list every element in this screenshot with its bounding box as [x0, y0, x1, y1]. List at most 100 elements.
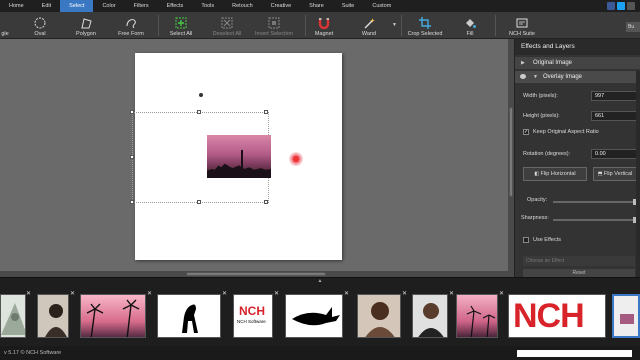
menu-retouch[interactable]: Retouch	[223, 0, 262, 12]
close-thumbnail-icon[interactable]: ✕	[26, 290, 31, 297]
select-all-button[interactable]: Select All	[168, 12, 194, 39]
collapse-arrow-icon[interactable]: ▼	[533, 71, 538, 83]
layer-original-image[interactable]: ▶ Original Image	[515, 57, 640, 69]
zoom-control[interactable]	[517, 350, 632, 357]
menu-creative[interactable]: Creative	[262, 0, 300, 12]
close-thumbnail-icon[interactable]: ✕	[402, 290, 407, 297]
height-input[interactable]: 661	[591, 111, 637, 121]
opacity-slider[interactable]	[553, 199, 637, 205]
polygon-tool[interactable]: Polygon	[74, 12, 98, 39]
free-form-tool[interactable]: Free Form	[117, 12, 145, 39]
close-thumbnail-icon[interactable]: ✕	[449, 290, 454, 297]
menu-tools[interactable]: Tools	[192, 0, 223, 12]
resize-handle-t[interactable]	[197, 110, 201, 114]
keep-ratio-checkbox[interactable]: ✓	[523, 129, 529, 135]
invert-selection-button[interactable]: Invert Selection	[253, 12, 295, 39]
paint-bucket-icon	[464, 16, 477, 29]
filmstrip-toggle-icon[interactable]: ▲	[316, 278, 324, 284]
menu-color[interactable]: Color	[93, 0, 124, 12]
menu-filters[interactable]: Filters	[125, 0, 158, 12]
buy-button[interactable]: Bu	[626, 22, 640, 32]
app-window: Home Edit Select Color Filters Effects T…	[0, 0, 640, 360]
magnet-tool[interactable]: Magnet	[312, 12, 336, 39]
crop-selected-label: Crop Selected	[407, 31, 443, 37]
scroll-thumb[interactable]	[509, 107, 513, 197]
close-thumbnail-icon[interactable]: ✕	[222, 290, 227, 297]
rotation-input[interactable]: 0.00	[591, 149, 637, 159]
thumbnail-nch-big[interactable]: NCH	[508, 294, 606, 338]
eye-icon[interactable]	[520, 74, 526, 79]
magnet-icon	[318, 16, 331, 29]
facebook-icon[interactable]	[607, 2, 615, 10]
nch-software-text: NCH Software	[237, 319, 266, 324]
polygon-icon	[80, 16, 93, 29]
toolbar-separator	[401, 15, 402, 36]
thumbnail-dollar[interactable]	[0, 294, 26, 338]
menu-suite[interactable]: Suite	[333, 0, 364, 12]
choose-effect-select[interactable]: Choose an Effect	[523, 256, 635, 266]
nch-suite-button[interactable]: NCH Suite	[507, 12, 537, 39]
menu-share[interactable]: Share	[300, 0, 333, 12]
resize-handle-tr[interactable]	[264, 110, 268, 114]
flip-vertical-button[interactable]: ⬒ Flip Vertical	[593, 167, 637, 181]
thumbnail-man-portrait[interactable]	[412, 294, 448, 338]
rectangle-tool[interactable]: gle	[0, 12, 12, 39]
reset-button[interactable]: Reset	[523, 269, 635, 277]
layer-overlay-label: Overlay Image	[543, 74, 583, 80]
close-thumbnail-icon[interactable]: ✕	[499, 290, 504, 297]
menu-edit[interactable]: Edit	[33, 0, 60, 12]
menu-bar: Home Edit Select Color Filters Effects T…	[0, 0, 640, 12]
portrait-photo	[38, 295, 68, 337]
fill-tool[interactable]: Fill	[462, 12, 478, 39]
palm-sunset-photo	[81, 295, 145, 337]
document-canvas[interactable]	[130, 53, 342, 260]
nch-suite-icon	[516, 16, 529, 29]
layer-overlay-image[interactable]: ▼ Overlay Image	[515, 71, 640, 83]
use-effects-checkbox[interactable]	[523, 237, 529, 243]
close-thumbnail-icon[interactable]: ✕	[70, 290, 75, 297]
menu-home[interactable]: Home	[0, 0, 33, 12]
wand-dropdown-icon[interactable]: ▼	[392, 22, 397, 28]
canvas-area[interactable]	[0, 39, 514, 277]
menu-custom[interactable]: Custom	[363, 0, 400, 12]
resize-handle-tl[interactable]	[130, 110, 134, 114]
flip-horizontal-button[interactable]: ◧ Flip Horizontal	[523, 167, 587, 181]
oval-tool[interactable]: Oval	[30, 12, 50, 39]
panel-scrollbar[interactable]	[636, 71, 640, 277]
resize-handle-br[interactable]	[264, 200, 268, 204]
expand-arrow-icon[interactable]: ▶	[521, 57, 525, 69]
nch-suite-label: NCH Suite	[509, 31, 535, 37]
width-input[interactable]: 997	[591, 91, 637, 101]
thumbnail-shark[interactable]	[285, 294, 343, 338]
toolbar-separator	[495, 15, 496, 36]
twitter-icon[interactable]	[617, 2, 625, 10]
menu-select[interactable]: Select	[60, 0, 94, 12]
thumbnail-palm-sunset[interactable]	[80, 294, 146, 338]
close-thumbnail-icon[interactable]: ✕	[147, 290, 152, 297]
thumbnail-portrait[interactable]	[37, 294, 69, 338]
woman-portrait-photo	[358, 295, 400, 337]
menu-effects[interactable]: Effects	[158, 0, 193, 12]
panther-silhouette	[182, 304, 198, 333]
thumbnail-current[interactable]	[612, 294, 640, 338]
polygon-label: Polygon	[76, 31, 96, 37]
resize-handle-bl[interactable]	[130, 200, 134, 204]
close-thumbnail-icon[interactable]: ✕	[274, 290, 279, 297]
resize-handle-b[interactable]	[197, 200, 201, 204]
scroll-thumb[interactable]	[186, 272, 326, 276]
rotate-handle[interactable]	[198, 92, 204, 98]
wand-tool[interactable]: Wand	[358, 12, 380, 39]
overlay-image[interactable]	[207, 135, 271, 178]
deselect-all-button[interactable]: Deselect All	[210, 12, 244, 39]
thumbnail-nch-logo[interactable]: NCH NCH Software	[233, 294, 273, 338]
crop-selected-button[interactable]: Crop Selected	[406, 12, 444, 39]
resize-handle-l[interactable]	[130, 155, 134, 159]
help-icon[interactable]	[627, 2, 635, 10]
flip-horizontal-label: Flip Horizontal	[540, 171, 576, 177]
thumbnail-palm-sunset-2[interactable]	[456, 294, 498, 338]
close-thumbnail-icon[interactable]: ✕	[344, 290, 349, 297]
sharpness-slider[interactable]	[553, 217, 637, 223]
thumbnail-panther[interactable]	[157, 294, 221, 338]
oval-label: Oval	[34, 31, 46, 37]
thumbnail-woman-portrait[interactable]	[357, 294, 401, 338]
